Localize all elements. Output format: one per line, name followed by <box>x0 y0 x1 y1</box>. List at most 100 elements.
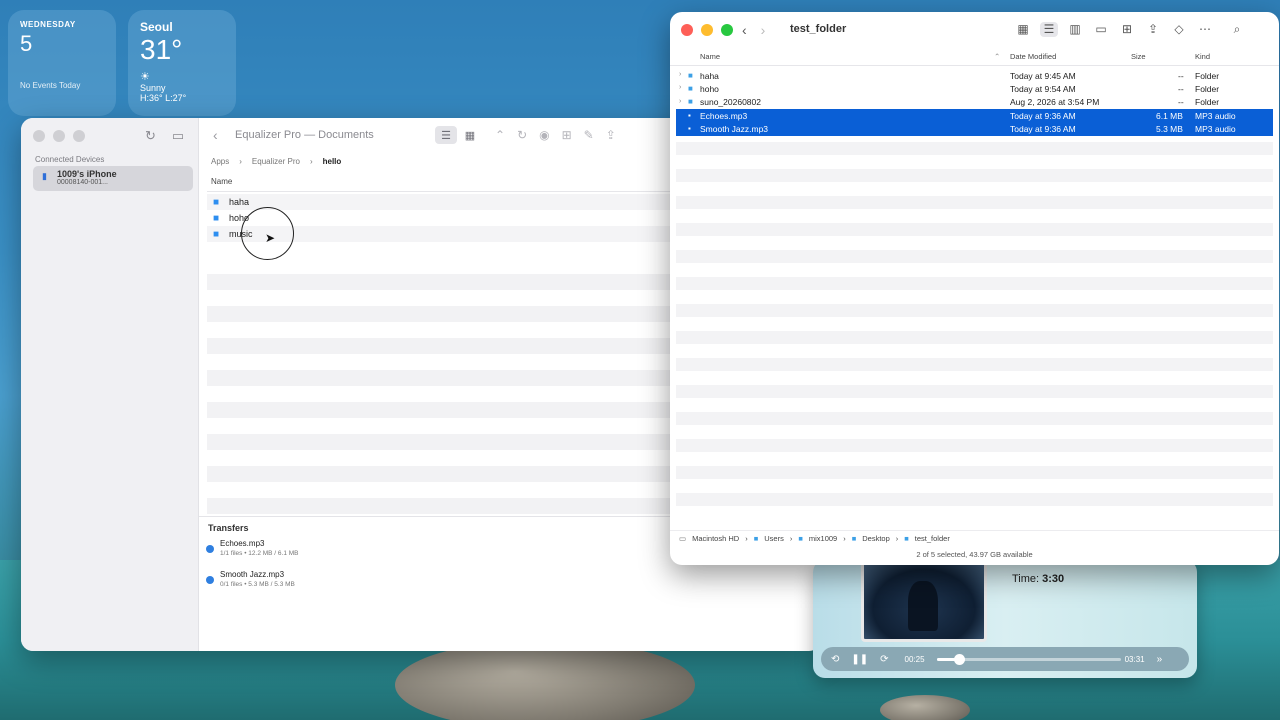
folder-icon: ■ <box>798 534 803 543</box>
back-icon[interactable]: ‹ <box>742 22 747 38</box>
path-item[interactable]: mix1009 <box>809 534 837 546</box>
zoom-button[interactable] <box>721 24 733 36</box>
calendar-events: No Events Today <box>20 81 81 90</box>
up-icon[interactable]: ⌃ <box>495 128 505 142</box>
eye-icon[interactable]: ◉ <box>539 128 549 142</box>
pause-icon[interactable]: ❚❚ <box>851 654 868 665</box>
path-item[interactable]: Desktop <box>862 534 890 546</box>
sidebar: ↻ ▭ Connected Devices ▮ 1009's iPhone 00… <box>21 118 199 651</box>
close-button[interactable] <box>681 24 693 36</box>
more-icon[interactable]: ⋯ <box>1196 22 1214 37</box>
mouse-pointer-icon: ➤ <box>265 231 276 245</box>
table-row[interactable]: › ■ suno_20260802 Aug 2, 2026 at 3:54 PM… <box>676 96 1273 109</box>
progress-slider[interactable] <box>936 653 1121 665</box>
device-item[interactable]: ▮ 1009's iPhone 00008140-001... <box>33 166 193 191</box>
icon-view-icon[interactable]: ▦ <box>1014 22 1032 37</box>
audio-file-icon: ▪ <box>688 124 691 134</box>
desktop-rock <box>395 640 695 720</box>
row-date: Aug 2, 2026 at 3:54 PM <box>1010 97 1100 108</box>
weather-hilo: H:36° L:27° <box>140 93 187 103</box>
calendar-weekday: WEDNESDAY <box>20 20 76 29</box>
breadcrumb-separator: › <box>309 157 313 166</box>
empty-row <box>676 250 1273 264</box>
column-view-icon[interactable]: ▥ <box>1066 22 1084 37</box>
progress-knob[interactable] <box>953 653 965 665</box>
folder-icon: ■ <box>904 534 909 543</box>
back-icon[interactable]: ‹ <box>213 127 235 143</box>
table-row[interactable]: › ■ hoho Today at 9:54 AM -- Folder <box>676 82 1273 95</box>
minimize-button[interactable] <box>701 24 713 36</box>
transfer-item[interactable]: Smooth Jazz.mp3 0/1 files • 5.3 MB / 5.3… <box>199 570 821 595</box>
share-icon[interactable]: ⇪ <box>1144 22 1162 37</box>
row-name: Smooth Jazz.mp3 <box>700 124 769 135</box>
finder-title: test_folder <box>790 23 847 35</box>
table-row[interactable]: ▪ Echoes.mp3 Today at 9:36 AM 6.1 MB MP3… <box>676 109 1273 123</box>
disclosure-icon[interactable]: › <box>679 84 681 91</box>
calendar-widget[interactable]: WEDNESDAY 5 No Events Today <box>8 10 116 116</box>
list-view-icon[interactable]: ☰ <box>1040 22 1058 37</box>
row-kind: Folder <box>1195 97 1220 108</box>
disclosure-icon[interactable]: › <box>679 71 681 78</box>
refresh-icon[interactable]: ↻ <box>145 128 156 144</box>
column-header-kind[interactable]: Kind <box>1195 52 1210 61</box>
folder-icon: ■ <box>688 83 693 93</box>
new-folder-icon[interactable]: ⊞ <box>562 128 572 142</box>
breadcrumb: Apps › Equalizer Pro › hello <box>211 157 341 166</box>
gallery-view-icon[interactable]: ▭ <box>1092 22 1110 37</box>
row-name: suno_20260802 <box>700 97 761 108</box>
row-kind: MP3 audio <box>1195 110 1236 121</box>
row-size: 6.1 MB <box>1156 110 1183 121</box>
transfer-name: Smooth Jazz.mp3 <box>220 570 285 579</box>
weather-widget[interactable]: Seoul 31° ☀ Sunny H:36° L:27° <box>128 10 236 116</box>
empty-row <box>676 196 1273 210</box>
column-headers: Name ⌃ Date Modified Size Kind <box>670 50 1279 66</box>
folder-icon: ■ <box>851 534 857 543</box>
zoom-button[interactable] <box>73 130 85 142</box>
group-icon[interactable]: ⊞ <box>1118 22 1136 37</box>
tag-icon[interactable]: ◇ <box>1170 22 1188 37</box>
connected-devices-label: Connected Devices <box>35 155 105 164</box>
empty-row <box>676 331 1273 345</box>
column-header-name[interactable]: Name <box>700 52 720 61</box>
breadcrumb-current: hello <box>322 157 342 166</box>
column-header-size[interactable]: Size <box>1131 52 1146 61</box>
path-item[interactable]: test_folder <box>915 534 950 546</box>
window-title: Equalizer Pro — Documents <box>235 129 374 141</box>
list-view-icon[interactable]: ☰ <box>435 126 457 144</box>
folder-icon: ■ <box>213 212 220 224</box>
edit-icon[interactable]: ✎ <box>584 128 594 142</box>
path-item[interactable]: Users <box>764 534 784 546</box>
table-row[interactable]: ▪ Smooth Jazz.mp3 Today at 9:36 AM 5.3 M… <box>676 122 1273 136</box>
transfer-status-icon <box>206 545 214 553</box>
close-button[interactable] <box>33 130 45 142</box>
row-date: Today at 9:36 AM <box>1010 124 1076 135</box>
minimize-button[interactable] <box>53 130 65 142</box>
file-name: haha <box>229 197 250 207</box>
row-size: -- <box>1178 70 1184 81</box>
share-icon[interactable]: ⇪ <box>606 128 616 142</box>
breadcrumb-equalizer[interactable]: Equalizer Pro <box>252 157 300 166</box>
column-header-date[interactable]: Date Modified <box>1010 52 1056 61</box>
expand-icon[interactable]: » <box>1157 654 1163 665</box>
search-icon[interactable]: ⌕ <box>1228 22 1246 37</box>
reload-icon[interactable]: ↻ <box>517 128 527 142</box>
path-item[interactable]: Macintosh HD <box>692 534 739 546</box>
device-id: 00008140-001... <box>57 179 108 186</box>
weather-city: Seoul <box>140 20 173 34</box>
forward-15-icon[interactable]: ⟳ <box>880 654 888 665</box>
sidebar-toggle-icon[interactable]: ▭ <box>172 128 184 144</box>
rewind-15-icon[interactable]: ⟲ <box>831 654 839 665</box>
finder-toolbar: ‹ › test_folder ▦ ☰ ▥ ▭ ⊞ ⇪ ◇ ⋯ ⌕ <box>670 12 1279 50</box>
folder-icon: ■ <box>213 196 220 208</box>
breadcrumb-apps[interactable]: Apps <box>211 157 229 166</box>
folder-icon: ■ <box>753 534 759 543</box>
disclosure-icon[interactable]: › <box>679 98 681 105</box>
empty-row <box>676 304 1273 318</box>
desktop-rock <box>880 695 970 720</box>
duration-time: 03:31 <box>1124 654 1145 664</box>
table-row[interactable]: › ■ haha Today at 9:45 AM -- Folder <box>676 69 1273 82</box>
grid-view-icon[interactable]: ▦ <box>459 126 481 144</box>
audio-file-icon: ▪ <box>688 110 691 120</box>
forward-icon[interactable]: › <box>761 22 766 38</box>
device-name: 1009's iPhone <box>57 169 117 179</box>
